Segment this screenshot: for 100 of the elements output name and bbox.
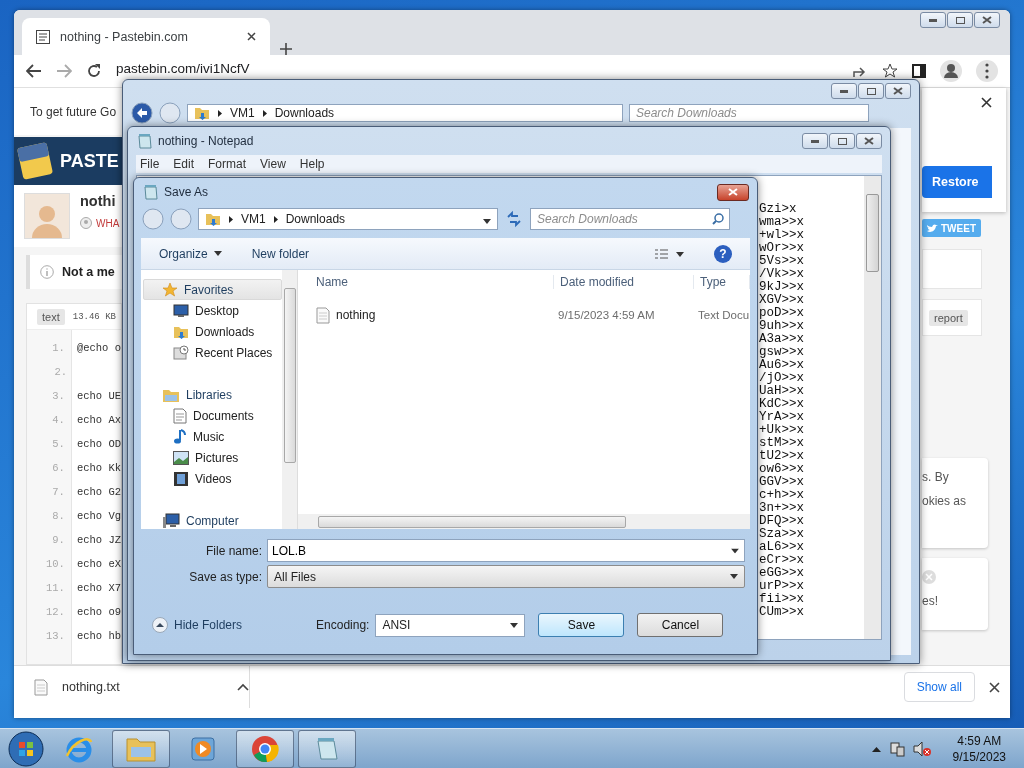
chevron-up-icon xyxy=(237,683,249,691)
scrollbar[interactable] xyxy=(864,176,881,639)
encoding-dropdown[interactable]: ANSI xyxy=(375,613,526,637)
file-row[interactable]: nothing 9/15/2023 4:59 AM Text Docu xyxy=(298,304,750,326)
file-name-field[interactable]: LOL.B xyxy=(267,539,745,562)
notepad-icon xyxy=(144,184,158,200)
close-button[interactable] xyxy=(885,83,911,99)
text-line: /jO>>x xyxy=(759,372,805,385)
avatar xyxy=(24,193,70,239)
search-field[interactable]: Search Downloads xyxy=(629,104,869,122)
text-line: 3n+>>x xyxy=(759,502,805,515)
minimize-button[interactable] xyxy=(920,12,946,28)
menu-item[interactable]: View xyxy=(260,157,286,171)
menu-item[interactable]: Edit xyxy=(173,157,195,171)
text-line: tU2>>x xyxy=(759,450,805,463)
breadcrumb-item[interactable]: Downloads xyxy=(285,212,346,226)
close-button[interactable] xyxy=(974,12,1000,28)
help-button[interactable]: ? xyxy=(714,244,732,263)
navigation-item[interactable]: Desktop xyxy=(143,300,282,321)
folder-icon xyxy=(194,105,210,121)
navigation-item[interactable]: Libraries xyxy=(143,384,282,405)
scrollbar[interactable] xyxy=(282,270,298,529)
star-icon xyxy=(882,63,898,79)
maximize-button[interactable] xyxy=(829,133,855,149)
navigation-item[interactable]: Computer xyxy=(143,510,282,529)
file-icon xyxy=(316,306,330,324)
navigation-item[interactable]: Recent Places xyxy=(143,342,282,363)
save-button[interactable]: Save xyxy=(538,613,625,637)
show-all-button[interactable]: Show all xyxy=(903,672,975,702)
toolbar-button[interactable]: New folder xyxy=(251,246,310,261)
navigation-item[interactable]: Favorites xyxy=(143,279,282,300)
close-icon xyxy=(893,87,903,95)
text-line: 9kJ>>x xyxy=(759,281,805,294)
taskbar-button[interactable] xyxy=(236,729,294,768)
breadcrumb-item[interactable]: VM1 xyxy=(241,212,266,226)
line-number: 6. xyxy=(51,462,65,474)
navigation-item[interactable]: Music xyxy=(143,426,282,447)
paste-title: nothi xyxy=(80,193,117,209)
hide-folders-button[interactable]: Hide Folders xyxy=(152,617,243,633)
taskbar-button[interactable] xyxy=(112,729,170,768)
minimize-button[interactable] xyxy=(831,83,857,99)
breadcrumb-item[interactable]: Downloads xyxy=(274,106,335,120)
close-icon xyxy=(981,97,992,108)
report-button[interactable]: report xyxy=(929,309,968,326)
code-line: echo G2 xyxy=(76,486,121,498)
close-button[interactable] xyxy=(717,183,749,201)
navigation-item[interactable]: Documents xyxy=(143,405,282,426)
toolbar-button[interactable]: Organize xyxy=(159,246,222,261)
text-line: YrA>>x xyxy=(759,411,805,424)
text-line: c+h>>x xyxy=(759,489,805,502)
restore-button[interactable]: Restore xyxy=(922,166,992,198)
maximize-button[interactable] xyxy=(947,12,973,28)
navigation-item[interactable]: Videos xyxy=(143,468,282,489)
computer-icon xyxy=(162,512,180,529)
type-dropdown[interactable]: All Files xyxy=(267,565,745,588)
menu-item[interactable]: File xyxy=(140,157,160,171)
address-bar-url[interactable]: pastebin.com/ivi1NcfV xyxy=(116,60,250,76)
column-header[interactable]: Type xyxy=(694,275,750,289)
breadcrumb-item[interactable]: VM1 xyxy=(230,106,255,120)
close-icon xyxy=(728,188,738,196)
code-line: echo o9 xyxy=(76,606,121,618)
author-link[interactable]: WHA xyxy=(80,217,120,229)
text-line: ow6>>x xyxy=(759,463,805,476)
forward-arrow-icon xyxy=(56,64,72,78)
notepad-icon xyxy=(138,133,152,149)
text-line: GGV>>x xyxy=(759,476,805,489)
encoding-label: Encoding: xyxy=(316,618,370,632)
menu-item[interactable]: Format xyxy=(208,157,247,171)
code-line: echo JZ xyxy=(76,534,121,546)
address-bar[interactable]: VM1 Downloads xyxy=(187,104,623,122)
menu-item[interactable]: Help xyxy=(299,157,325,171)
cookie-text: s. By xyxy=(922,470,949,484)
code-line: @echo o xyxy=(76,342,121,354)
dialog-title: Save As xyxy=(164,185,209,199)
close-button[interactable] xyxy=(856,133,882,149)
line-number: 11. xyxy=(45,582,65,594)
column-header[interactable]: Date modified xyxy=(554,275,694,289)
text-line: +Uk>>x xyxy=(759,424,805,437)
column-header[interactable]: Name xyxy=(298,275,554,289)
navigation-item[interactable]: Pictures xyxy=(143,447,282,468)
user-icon xyxy=(80,217,92,229)
text-line: eCr>>x xyxy=(759,554,805,567)
text-line: urP>>x xyxy=(759,580,805,593)
window-title: nothing - Notepad xyxy=(158,134,254,148)
forward-button-icon xyxy=(159,102,181,124)
site-logo[interactable]: PASTE xyxy=(60,150,119,172)
film-icon xyxy=(173,470,189,487)
text-line: 9uh>>x xyxy=(759,320,805,333)
cancel-button[interactable]: Cancel xyxy=(637,613,724,637)
file-name-label: File name: xyxy=(204,543,262,558)
taskbar-button[interactable] xyxy=(298,729,356,768)
download-item[interactable]: nothing.txt xyxy=(34,666,250,708)
maximize-button[interactable] xyxy=(858,83,884,99)
scrollbar[interactable] xyxy=(298,514,750,529)
code-line: echo X7 xyxy=(76,582,121,594)
navigation-item[interactable]: Downloads xyxy=(143,321,282,342)
browser-tab[interactable]: nothing - Pastebin.com xyxy=(22,18,270,55)
address-bar[interactable]: VM1 Downloads xyxy=(198,208,498,230)
search-field[interactable]: Search Downloads xyxy=(530,208,730,230)
minimize-button[interactable] xyxy=(802,133,828,149)
